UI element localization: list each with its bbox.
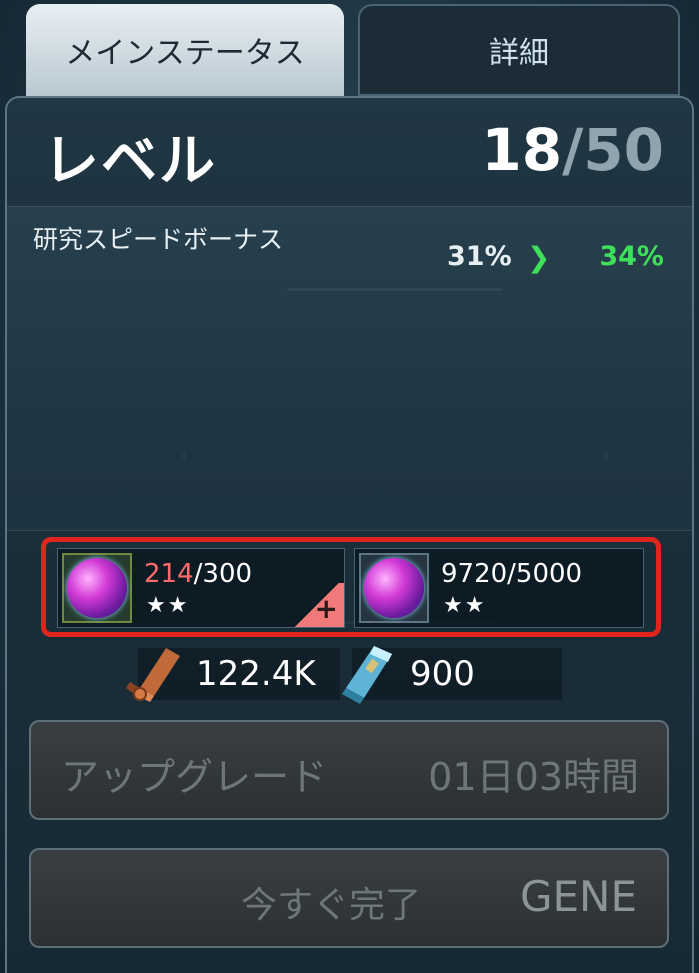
- level-separator: /: [562, 116, 584, 184]
- material-required: /5000: [507, 559, 583, 589]
- material-current: 9720: [441, 559, 508, 589]
- cost-copper: 122.4K: [126, 648, 340, 702]
- tab-details[interactable]: 詳細: [358, 4, 680, 96]
- material-required: /300: [193, 559, 253, 589]
- upgrade-button[interactable]: アップグレード 01日03時間: [29, 720, 669, 820]
- plus-icon: +: [314, 592, 338, 625]
- material-count: 214/300: [144, 559, 252, 589]
- copper-ingot-icon: [126, 648, 180, 702]
- upgrade-button-label: アップグレード: [61, 755, 328, 799]
- level-label: レベル: [43, 129, 217, 194]
- material-count: 9720/5000: [441, 559, 582, 589]
- purple-orb-icon: [364, 558, 424, 618]
- material-icon-frame: [62, 553, 132, 623]
- add-material-button[interactable]: +: [290, 583, 344, 627]
- status-panel: レベル 18/50 研究スピードボーナス 31% ❯ 34%: [5, 96, 694, 973]
- chevron-right-icon: ❯: [527, 241, 551, 274]
- crystal-cost-value: 900: [410, 654, 475, 694]
- cost-crystal: 900: [342, 646, 562, 704]
- complete-now-label: 今すぐ完了: [241, 885, 422, 926]
- copper-cost-value: 122.4K: [196, 654, 316, 694]
- level-header: レベル 18/50: [7, 98, 692, 207]
- bonus-current-value: 31%: [447, 241, 512, 272]
- bonus-next-value: 34%: [599, 241, 664, 272]
- complete-now-button[interactable]: 今すぐ完了 GENE: [29, 848, 669, 948]
- research-speed-bonus-label: 研究スピードボーナス: [33, 225, 284, 254]
- material-stars: ★★: [443, 593, 487, 618]
- material-current: 214: [144, 559, 194, 589]
- tab-main-status[interactable]: メインステータス: [26, 4, 344, 96]
- upgrade-time: 01日03時間: [428, 755, 639, 799]
- material-icon-frame: [359, 553, 429, 623]
- blue-crystal-icon: [342, 646, 392, 704]
- material-stars: ★★: [146, 593, 190, 618]
- level-max: 50: [583, 116, 664, 184]
- material-slot-1[interactable]: 214/300 ★★ +: [57, 548, 345, 628]
- material-slot-2[interactable]: 9720/5000 ★★: [354, 548, 644, 628]
- level-value: 18/50: [481, 116, 664, 184]
- purple-orb-icon: [67, 558, 127, 618]
- level-current: 18: [481, 116, 563, 184]
- complete-now-cost: GENE: [519, 872, 637, 921]
